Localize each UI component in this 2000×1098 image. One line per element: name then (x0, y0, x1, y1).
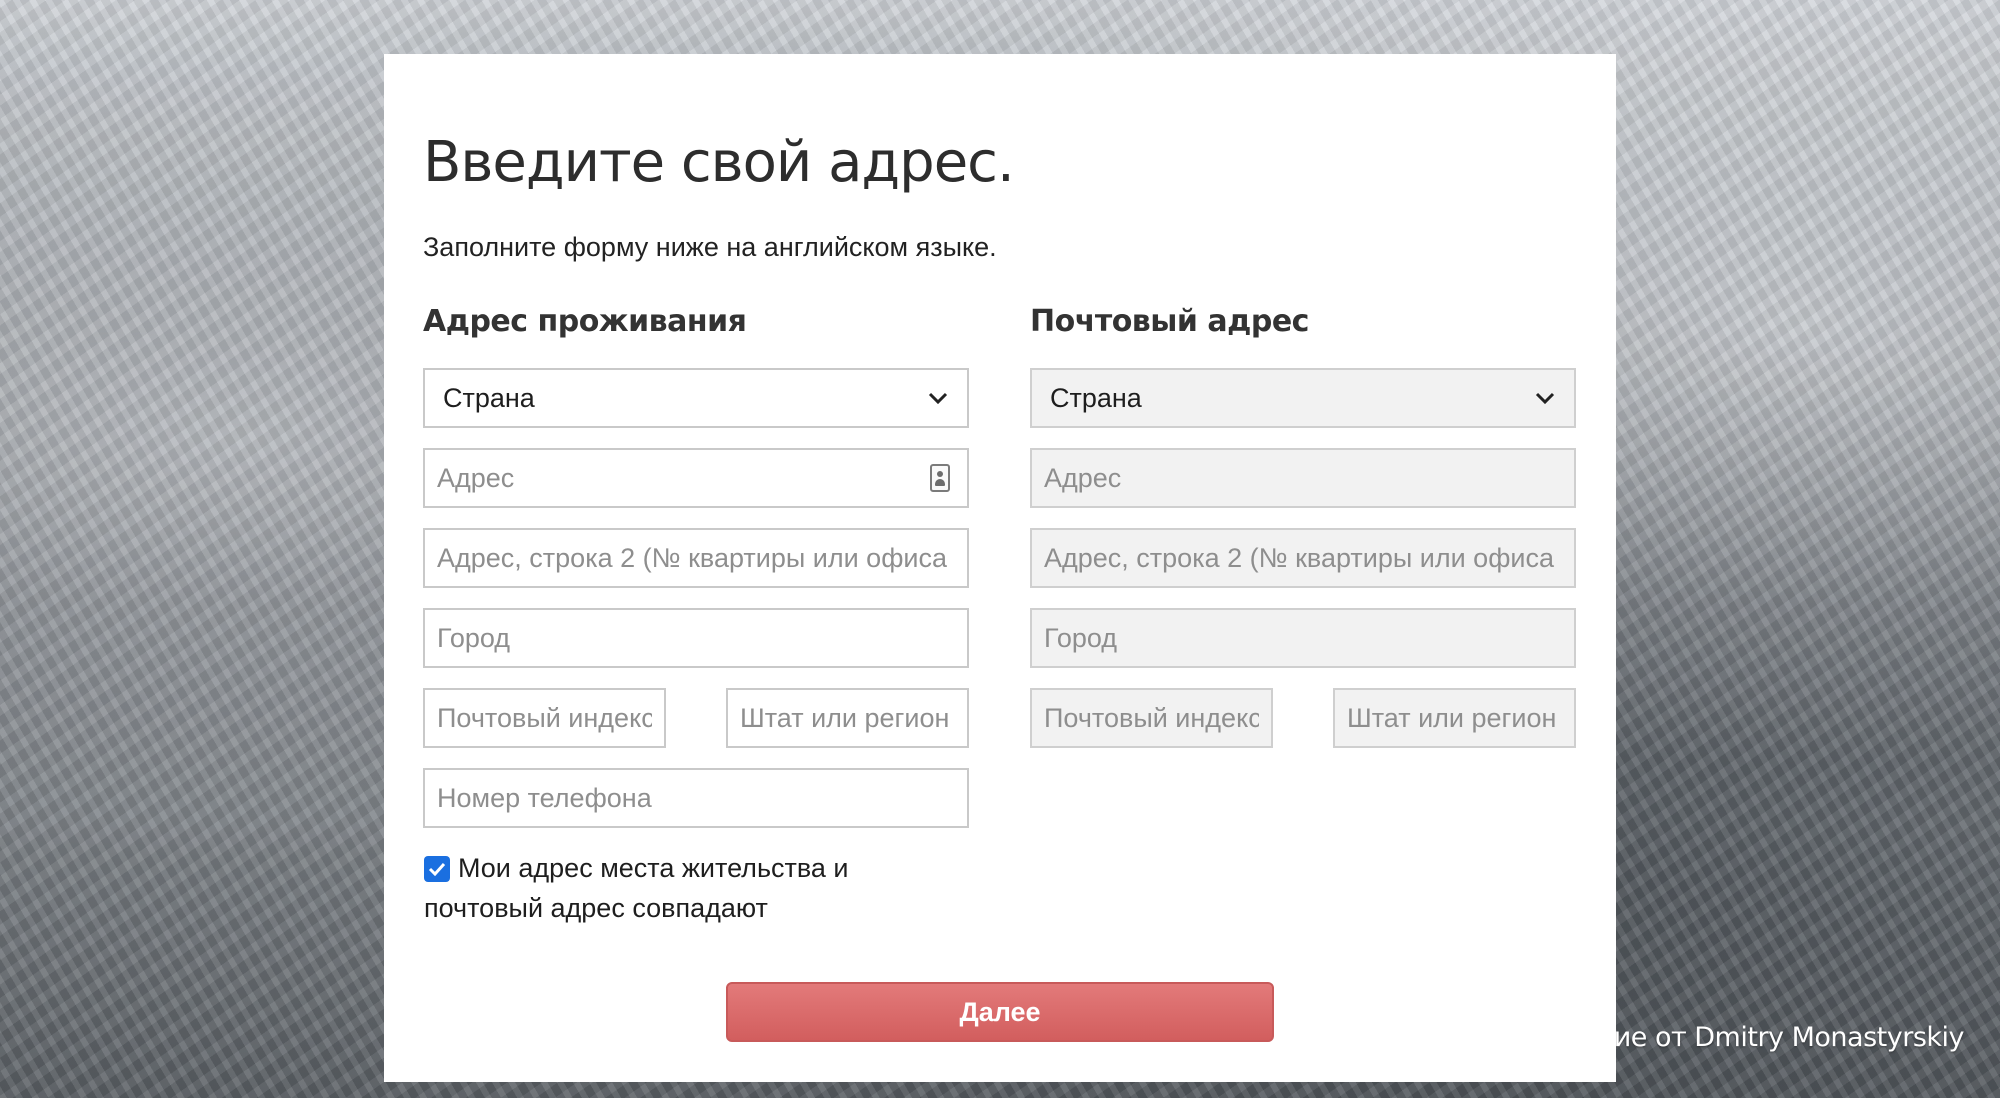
residential-country-select[interactable]: Страна (423, 368, 969, 428)
residential-state-input[interactable] (726, 688, 969, 748)
residential-heading: Адрес проживания (423, 304, 747, 339)
page-subtitle: Заполните форму ниже на английском языке… (423, 232, 997, 262)
mailing-country-value: Страна (1050, 382, 1142, 413)
checkmark-icon (428, 862, 446, 876)
contact-card-icon[interactable] (930, 464, 950, 492)
mailing-city-input[interactable] (1030, 608, 1576, 668)
next-button[interactable]: Далее (726, 982, 1274, 1042)
page-title: Введите свой адрес. (423, 130, 1015, 195)
mailing-address-input[interactable] (1030, 448, 1576, 508)
same-address-checkbox[interactable] (424, 856, 450, 882)
residential-phone-input[interactable] (423, 768, 969, 828)
residential-address2-input[interactable] (423, 528, 969, 588)
mailing-heading: Почтовый адрес (1030, 304, 1309, 339)
residential-country-value: Страна (443, 382, 535, 413)
mailing-state-input[interactable] (1333, 688, 1576, 748)
photo-credit: жение от Dmitry Monastyrskiy (1556, 1022, 1965, 1053)
residential-city-input[interactable] (423, 608, 969, 668)
mailing-address2-input[interactable] (1030, 528, 1576, 588)
address-form-card: Введите свой адрес. Заполните форму ниже… (384, 54, 1616, 1082)
same-address-label: Мои адрес места жительства и почтовый ад… (424, 853, 849, 923)
chevron-down-icon (1535, 392, 1555, 405)
mailing-zip-input[interactable] (1030, 688, 1273, 748)
chevron-down-icon (928, 392, 948, 405)
residential-zip-input[interactable] (423, 688, 666, 748)
residential-address-input[interactable] (423, 448, 969, 508)
mailing-country-select[interactable]: Страна (1030, 368, 1576, 428)
